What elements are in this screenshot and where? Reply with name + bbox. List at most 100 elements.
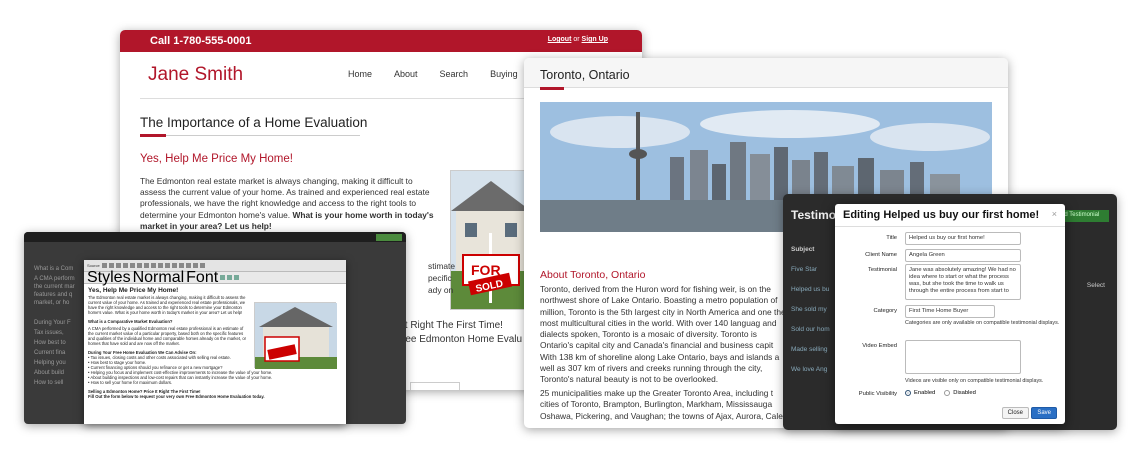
disabled-label: Disabled xyxy=(953,390,976,396)
intro-paragraph: The Edmonton real estate market is alway… xyxy=(140,176,434,231)
find-icon[interactable] xyxy=(136,263,142,268)
bg-text-line: the current mar xyxy=(34,284,75,290)
styles-dropdown[interactable]: Styles xyxy=(87,269,131,287)
subject-header: Subject xyxy=(791,246,815,253)
title-label: Title xyxy=(886,235,897,241)
select-header: Select xyxy=(1086,282,1105,289)
text-fragment: pecific xyxy=(428,273,452,283)
list-item[interactable]: We love Ang xyxy=(791,362,837,382)
indent-icon[interactable] xyxy=(171,263,177,268)
bg-text-line: Helping you xyxy=(34,360,66,366)
text-fragment: stimate xyxy=(428,261,455,271)
font-dropdown[interactable]: Font xyxy=(186,269,218,287)
bold-icon[interactable] xyxy=(143,263,149,268)
title-underline xyxy=(140,134,360,137)
cut-icon[interactable] xyxy=(101,263,107,268)
nav-home[interactable]: Home xyxy=(348,69,372,79)
bg-text-line: features and q xyxy=(34,292,73,298)
nav-buying[interactable]: Buying xyxy=(490,69,518,79)
or-text: or xyxy=(573,36,580,43)
close-button[interactable]: Close xyxy=(1001,407,1029,419)
enabled-radio[interactable] xyxy=(905,390,911,396)
top-bar: Call 1-780-555-0001 Logout or Sign Up xyxy=(120,30,642,52)
bg-text-line: Current fina xyxy=(34,350,66,356)
signup-link[interactable]: Sign Up xyxy=(582,36,608,43)
client-name-label: Client Name xyxy=(865,252,897,258)
enabled-label: Enabled xyxy=(914,390,936,396)
list-icon[interactable] xyxy=(164,263,170,268)
text-fragment: ady on xyxy=(428,285,454,295)
redo-icon[interactable] xyxy=(129,263,135,268)
visibility-options: Enabled Disabled xyxy=(905,390,976,396)
account-links: Logout or Sign Up xyxy=(548,36,608,43)
divider xyxy=(835,226,1065,227)
bg-text-line: How best to xyxy=(34,340,66,346)
format-dropdown[interactable]: Normal xyxy=(133,269,185,287)
paste-icon[interactable] xyxy=(115,263,121,268)
testimonial-textarea[interactable]: Jane was absolutely amazing! We had no i… xyxy=(905,264,1021,300)
content-paragraph: The Edmonton real estate market is alway… xyxy=(88,295,246,315)
content-subheading: Fill Out the form below to request your … xyxy=(88,394,265,399)
content-heading: Yes, Help Me Price My Home! xyxy=(88,287,179,294)
rich-text-editor: Source Styles Normal Font Yes, Help Me P… xyxy=(84,260,346,424)
about-paragraph-1: Toronto, derived from the Huron word for… xyxy=(540,284,786,385)
publish-button[interactable] xyxy=(376,234,402,241)
testimonial-list: Subject Five Star Helped us bu She sold … xyxy=(791,242,837,382)
video-embed-label: Video Embed xyxy=(862,343,897,349)
editor-top-bar xyxy=(24,232,406,242)
image-icon[interactable] xyxy=(192,263,198,268)
source-button[interactable]: Source xyxy=(87,263,100,268)
color-icon[interactable] xyxy=(220,275,226,280)
list-item[interactable]: Five Star xyxy=(791,262,837,282)
about-paragraph-2: 25 municipalities make up the Greater To… xyxy=(540,388,783,421)
bg-color-icon[interactable] xyxy=(227,275,233,280)
list-item[interactable]: Sold our hom xyxy=(791,322,837,342)
maximize-icon[interactable] xyxy=(234,275,240,280)
italic-icon[interactable] xyxy=(150,263,156,268)
align-icon[interactable] xyxy=(178,263,184,268)
title-input[interactable]: Helped us buy our first home! xyxy=(905,232,1021,245)
modal-title: Editing Helped us buy our first home! xyxy=(843,209,1040,221)
main-nav: Home About Search Buying xyxy=(348,69,518,79)
bullet-item: • How to sell your home for maximum doll… xyxy=(88,380,173,385)
cta-line-2: ree Edmonton Home Evalu xyxy=(402,334,523,345)
form-input[interactable] xyxy=(410,382,460,390)
bg-text-line: Tax issues, xyxy=(34,330,64,336)
category-help: Categories are only available on compati… xyxy=(905,320,1060,326)
content-subheading: What is a Comparative Market Evaluation? xyxy=(88,319,173,324)
nav-search[interactable]: Search xyxy=(440,69,469,79)
bg-text-line: How to sell xyxy=(34,380,64,386)
nav-about[interactable]: About xyxy=(394,69,418,79)
copy-icon[interactable] xyxy=(108,263,114,268)
list-item[interactable]: Helped us bu xyxy=(791,282,837,302)
content-paragraph: A CMA performed by a qualified Edmonton … xyxy=(88,326,247,346)
edit-testimonial-modal: Editing Helped us buy our first home! × … xyxy=(835,204,1065,424)
cta-line-1: It Right The First Time! xyxy=(402,320,503,331)
underline-icon[interactable] xyxy=(157,263,163,268)
undo-icon[interactable] xyxy=(122,263,128,268)
bg-text-line: market, or ho xyxy=(34,300,70,306)
section-heading: Yes, Help Me Price My Home! xyxy=(140,153,293,165)
save-button[interactable]: Save xyxy=(1031,407,1057,419)
list-item[interactable]: She sold my xyxy=(791,302,837,322)
editor-content[interactable]: Yes, Help Me Price My Home! The Edmonton… xyxy=(88,287,338,399)
phone-number[interactable]: Call 1-780-555-0001 xyxy=(150,35,252,47)
logout-link[interactable]: Logout xyxy=(548,36,572,43)
client-name-input[interactable]: Angela Green xyxy=(905,249,1021,262)
disabled-radio[interactable] xyxy=(944,390,951,396)
bg-text-line: About build xyxy=(34,370,65,376)
site-brand[interactable]: Jane Smith xyxy=(148,64,243,86)
video-embed-textarea[interactable] xyxy=(905,340,1021,374)
sold-house-image: FOR SOLD xyxy=(450,170,530,310)
category-select[interactable]: First Time Home Buyer xyxy=(905,305,995,318)
testimonial-label: Testimonial xyxy=(868,267,897,273)
category-label: Category xyxy=(873,308,897,314)
close-icon[interactable]: × xyxy=(1052,209,1057,219)
table-icon[interactable] xyxy=(199,263,205,268)
title-accent xyxy=(540,87,564,90)
bg-text-line: What is a Com xyxy=(34,266,74,272)
list-item[interactable]: Made selling xyxy=(791,342,837,362)
bg-text-line: During Your F xyxy=(34,320,71,326)
link-icon[interactable] xyxy=(185,263,191,268)
video-help: Videos are visible only on compatible te… xyxy=(905,378,1044,384)
